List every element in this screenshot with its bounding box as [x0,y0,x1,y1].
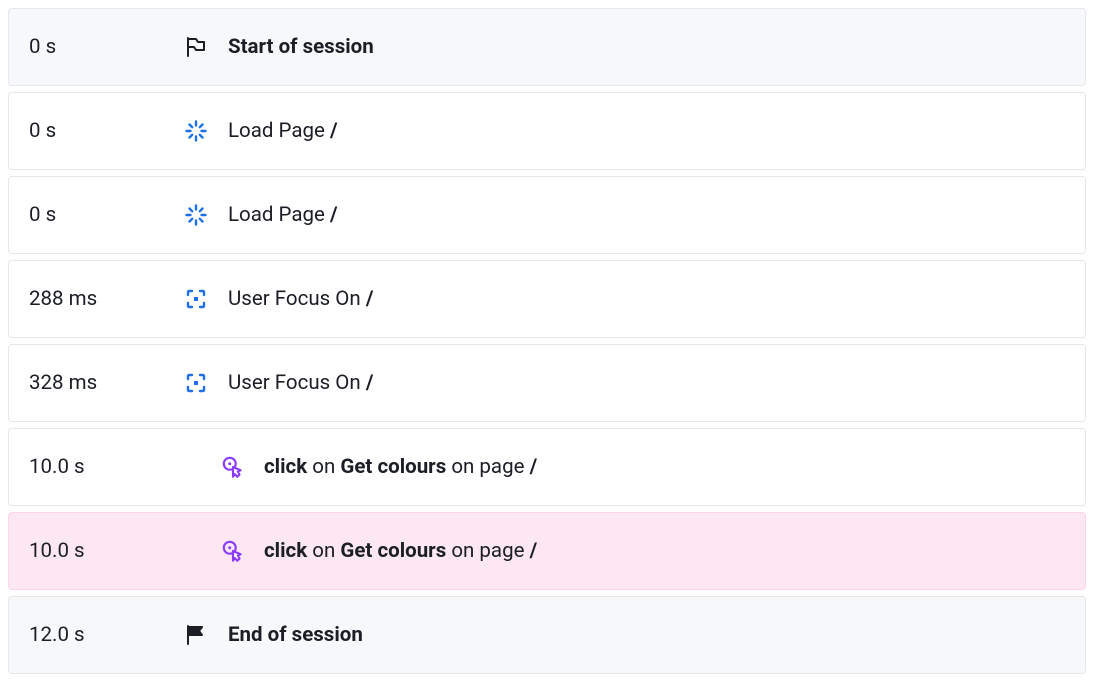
flag-start-icon [184,35,208,59]
event-time: 0 s [29,203,184,227]
event-row[interactable]: 0 s Start of session [8,8,1086,86]
event-icon [184,119,228,143]
event-time: 10.0 s [29,455,184,479]
event-icon [184,371,228,395]
event-row[interactable]: 328 ms User Focus On / [8,344,1086,422]
event-label: click on Get colours on page / [264,539,537,563]
event-icon [184,203,228,227]
event-row[interactable]: 10.0 s click on Get colours on page / [8,428,1086,506]
event-time: 0 s [29,35,184,59]
focus-icon [184,371,208,395]
event-time: 12.0 s [29,623,184,647]
click-icon [220,538,246,564]
loading-icon [184,119,208,143]
event-label: click on Get colours on page / [264,455,537,479]
event-row[interactable]: 0 s Load Page / [8,92,1086,170]
event-time: 288 ms [29,287,184,311]
event-time: 0 s [29,119,184,143]
event-row[interactable]: 288 ms User Focus On / [8,260,1086,338]
event-label: User Focus On / [228,371,373,395]
click-icon [220,454,246,480]
event-label: User Focus On / [228,287,373,311]
event-label: Start of session [228,35,374,59]
event-icon [184,35,228,59]
event-label: End of session [228,623,363,647]
event-icon [184,287,228,311]
event-row[interactable]: 12.0 s End of session [8,596,1086,674]
event-label: Load Page / [228,119,338,143]
event-time: 328 ms [29,371,184,395]
flag-end-icon [184,623,208,647]
event-row[interactable]: 0 s Load Page / [8,176,1086,254]
loading-icon [184,203,208,227]
event-icon [220,454,264,480]
event-icon [184,623,228,647]
event-icon [220,538,264,564]
focus-icon [184,287,208,311]
event-time: 10.0 s [29,539,184,563]
event-row[interactable]: 10.0 s click on Get colours on page / [8,512,1086,590]
event-label: Load Page / [228,203,338,227]
